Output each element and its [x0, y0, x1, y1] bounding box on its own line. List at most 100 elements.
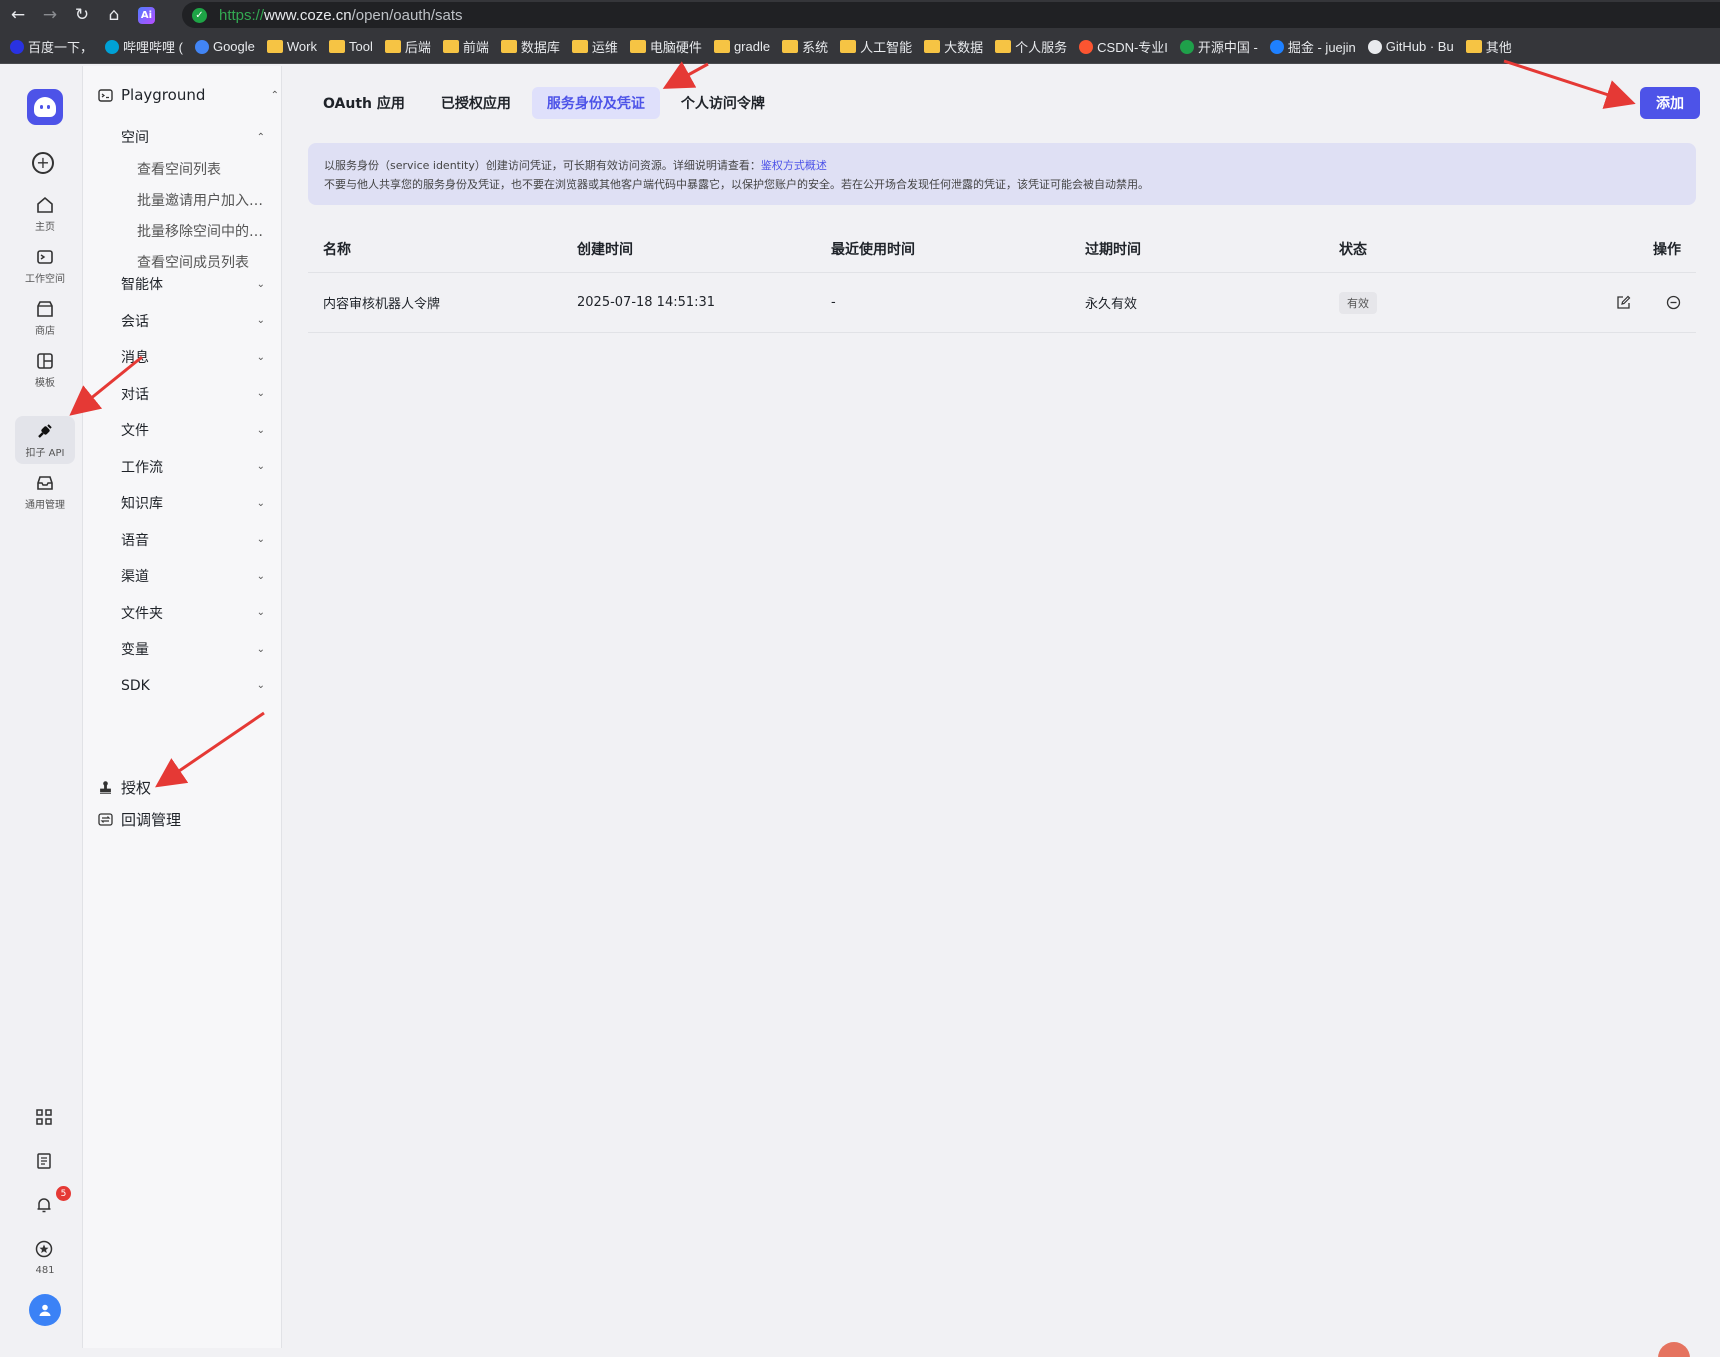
bookmark-item[interactable]: 开源中国 -: [1179, 37, 1258, 56]
sidebar-group[interactable]: 知识库 ⌄: [83, 491, 283, 515]
bookmark-item[interactable]: 运维: [571, 37, 618, 56]
sidebar-subitem[interactable]: 查看空间成员列表: [83, 250, 275, 274]
disable-icon[interactable]: [1665, 295, 1681, 311]
rail-item-template[interactable]: 模板: [15, 346, 75, 394]
tab-bar: OAuth 应用 已授权应用 服务身份及凭证 个人访问令牌: [308, 87, 780, 119]
folder-icon: [840, 40, 857, 53]
bookmark-item[interactable]: 掘金 - juejin: [1269, 37, 1356, 56]
rail-item-workspace[interactable]: 工作空间: [15, 242, 75, 290]
sidebar-group[interactable]: 语音 ⌄: [83, 528, 283, 552]
sidebar-group[interactable]: 文件夹 ⌄: [83, 601, 283, 625]
bookmark-item[interactable]: GitHub · Bu: [1367, 39, 1454, 54]
chevron-down-icon: ⌄: [256, 351, 265, 363]
chevron-down-icon: ⌄: [256, 607, 265, 618]
ai-extension-icon[interactable]: Ai: [138, 6, 155, 24]
apps-grid-icon[interactable]: [33, 1106, 55, 1128]
bookmark-label: CSDN-专业I: [1097, 40, 1168, 55]
sidebar-item-callback[interactable]: 回调管理: [97, 806, 297, 832]
sidebar-group[interactable]: 消息 ⌄: [83, 345, 283, 369]
rail-item-general-admin[interactable]: 通用管理: [15, 468, 75, 516]
sidebar-item-auth[interactable]: 授权: [97, 774, 297, 800]
bookmark-item[interactable]: CSDN-专业I: [1079, 37, 1168, 56]
sidebar-group[interactable]: 变量 ⌄: [83, 637, 283, 661]
sidebar-subitem[interactable]: 查看空间列表: [83, 157, 275, 181]
coze-logo[interactable]: [27, 89, 63, 125]
bookmark-item[interactable]: gradle: [713, 39, 770, 54]
add-button[interactable]: 添加: [1640, 87, 1700, 119]
points-star-icon[interactable]: [33, 1238, 55, 1260]
bookmark-item[interactable]: 前端: [442, 37, 489, 56]
bookmark-item[interactable]: 百度一下，: [10, 37, 93, 56]
auth-overview-link[interactable]: 鉴权方式概述: [761, 159, 827, 172]
bookmark-label: 电脑硬件: [649, 40, 702, 55]
chevron-down-icon: ⌄: [256, 570, 265, 582]
bookmark-item[interactable]: Google: [194, 39, 255, 54]
bookmark-item[interactable]: 个人服务: [995, 37, 1067, 56]
sidebar-item-playground[interactable]: Playground ⌃: [97, 82, 283, 108]
bookmark-label: Tool: [349, 39, 373, 54]
points-count: 481: [35, 1265, 55, 1276]
sidebar-group[interactable]: 会话 ⌄: [83, 309, 283, 333]
bookmark-item[interactable]: 人工智能: [840, 37, 912, 56]
bookmark-item[interactable]: 大数据: [924, 37, 983, 56]
home-icon[interactable]: ⌂: [100, 1, 128, 29]
chevron-down-icon: ⌄: [256, 497, 265, 509]
bookmark-label: 个人服务: [1015, 40, 1068, 55]
rail-label: 模板: [35, 378, 55, 389]
bookmark-item[interactable]: 数据库: [500, 37, 560, 56]
sidebar-item-space[interactable]: 空间 ⌃: [83, 124, 283, 150]
chevron-down-icon: ⌄: [256, 315, 265, 326]
bookmark-item[interactable]: 其他: [1465, 37, 1512, 56]
sidebar-group-label: 文件: [121, 423, 149, 439]
bookmark-label: Work: [286, 39, 317, 54]
bookmark-item[interactable]: 哔哩哔哩 (: [105, 37, 183, 56]
sidebar-group[interactable]: 文件 ⌄: [83, 418, 283, 442]
sidebar-subitem[interactable]: 批量移除空间中的…: [83, 219, 275, 243]
sidebar-subitem[interactable]: 批量邀请用户加入…: [83, 188, 275, 212]
expiry-time: 永久有效: [1085, 297, 1138, 312]
sidebar-group[interactable]: 工作流 ⌄: [83, 455, 283, 479]
tab-oauth-apps[interactable]: OAuth 应用: [308, 87, 420, 119]
bookmark-label: 开源中国 -: [1197, 40, 1258, 55]
address-bar[interactable]: ✓ https://www.coze.cn/open/oauth/sats: [182, 2, 1720, 28]
bookmark-item[interactable]: Tool: [329, 39, 373, 54]
column-header: 过期时间: [1085, 242, 1141, 258]
tab-authorized-apps[interactable]: 已授权应用: [426, 87, 526, 119]
avatar[interactable]: [29, 1294, 61, 1326]
edit-icon[interactable]: [1615, 295, 1631, 311]
home-icon: [35, 195, 55, 215]
tab-service-identity[interactable]: 服务身份及凭证: [531, 87, 660, 119]
bell-icon[interactable]: [33, 1194, 55, 1216]
sidebar-group[interactable]: 对话 ⌄: [83, 382, 283, 406]
back-icon[interactable]: ←: [4, 1, 32, 29]
bookmark-label: 百度一下，: [28, 40, 94, 55]
bookmark-label: 后端: [404, 40, 431, 55]
bookmark-item[interactable]: 电脑硬件: [629, 37, 702, 56]
bookmark-item[interactable]: Work: [266, 39, 317, 54]
chevron-down-icon: ⌄: [256, 424, 265, 436]
reload-icon[interactable]: ↻: [68, 1, 96, 29]
baidu-icon: [10, 39, 24, 54]
rail-item-store[interactable]: 商店: [15, 294, 75, 342]
sidebar-group-label: 语音: [121, 532, 149, 549]
rail-item-home[interactable]: 主页: [15, 190, 75, 238]
sidebar-group[interactable]: 渠道 ⌄: [83, 564, 283, 588]
tab-personal-access-token[interactable]: 个人访问令牌: [666, 87, 780, 119]
document-icon[interactable]: [33, 1150, 55, 1172]
chevron-up-icon: ⌃: [270, 89, 279, 101]
create-plus-icon[interactable]: +: [32, 152, 54, 174]
rail-item-api[interactable]: 扣子 API: [15, 416, 75, 464]
created-time: 2025-07-18 14:51:31: [577, 295, 716, 310]
security-shield-icon[interactable]: ✓: [192, 7, 207, 23]
forward-icon[interactable]: →: [36, 1, 64, 29]
credentials-table: 名称 创建时间 最近使用时间 过期时间 状态 操作 内容审核机器人令牌 2025…: [308, 226, 1696, 333]
sidebar-group[interactable]: 智能体 ⌄: [83, 272, 283, 296]
sidebar-group[interactable]: SDK ⌄: [83, 674, 283, 698]
store-icon: [35, 299, 55, 319]
chevron-up-icon: ⌃: [256, 131, 265, 143]
bookmark-label: 系统: [802, 40, 829, 55]
workspace-icon: [35, 247, 55, 267]
bookmark-item[interactable]: 后端: [384, 37, 431, 56]
bookmark-label: 数据库: [520, 40, 560, 55]
bookmark-item[interactable]: 系统: [782, 37, 828, 56]
